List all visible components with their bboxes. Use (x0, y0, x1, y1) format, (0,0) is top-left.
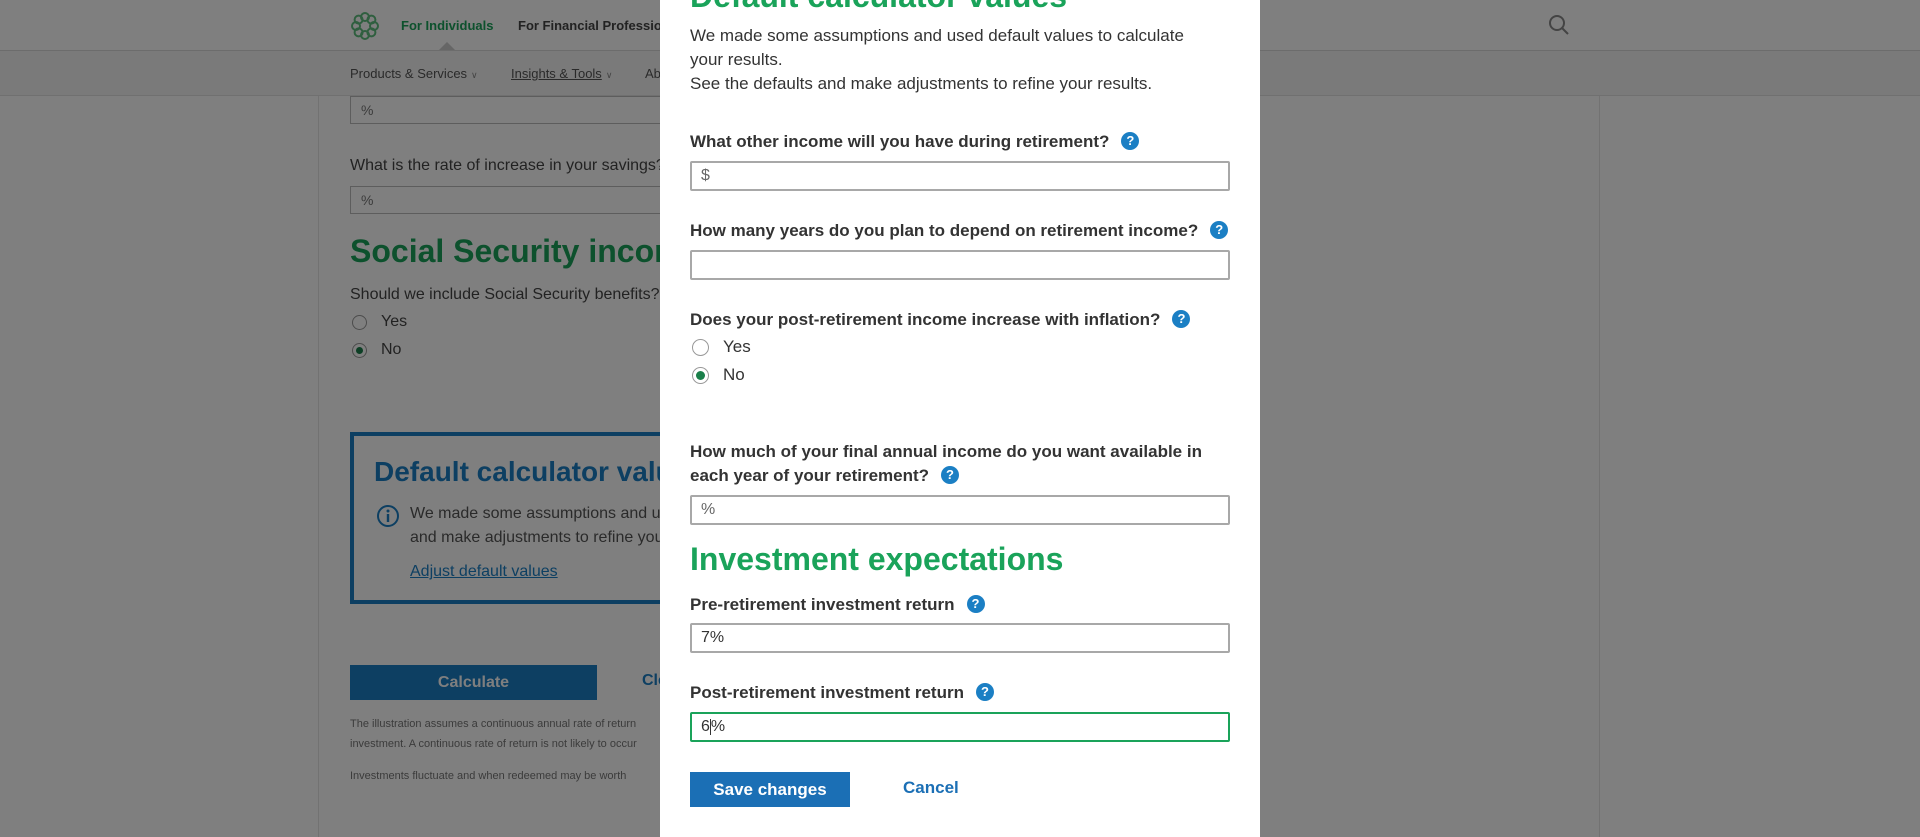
final-income-input[interactable]: % (690, 495, 1230, 525)
other-income-question: What other income will you have during r… (690, 130, 1140, 154)
modal-title: Default calculator values (690, 0, 1067, 15)
radio-button[interactable] (692, 366, 709, 384)
help-icon[interactable]: ? (941, 466, 960, 484)
pre-retirement-return-question: Pre-retirement investment return? (690, 593, 985, 617)
radio-label: Yes (723, 337, 751, 356)
investment-expectations-heading: Investment expectations (690, 541, 1064, 577)
question-text: Post-retirement investment return (690, 683, 964, 702)
question-text: Pre-retirement investment return (690, 595, 955, 614)
final-income-question: How much of your final annual income do … (690, 440, 1230, 488)
question-text: How many years do you plan to depend on … (690, 221, 1199, 240)
post-retirement-return-input[interactable]: 6% (690, 712, 1230, 742)
years-question: How many years do you plan to depend on … (690, 219, 1229, 243)
radio-label: No (723, 365, 745, 384)
input-value: % (701, 501, 716, 518)
save-changes-button[interactable]: Save changes (690, 772, 850, 807)
help-icon[interactable]: ? (966, 595, 985, 613)
intro-text: See the defaults and make adjustments to… (690, 74, 1153, 93)
other-income-input[interactable]: $ (690, 161, 1230, 191)
help-icon[interactable]: ? (1210, 221, 1229, 239)
inflation-question: Does your post-retirement income increas… (690, 308, 1191, 332)
help-icon[interactable]: ? (1172, 310, 1191, 328)
default-values-modal: Default calculator values We made some a… (660, 0, 1260, 837)
help-icon[interactable]: ? (1121, 132, 1140, 150)
modal-intro: We made some assumptions and used defaul… (690, 24, 1210, 96)
input-value: 6 (701, 718, 710, 735)
question-text: What other income will you have during r… (690, 132, 1110, 151)
inflation-yes-radio[interactable]: Yes (692, 337, 751, 357)
radio-button[interactable] (692, 338, 709, 356)
currency-prefix: $ (701, 167, 710, 184)
intro-text: We made some assumptions and used defaul… (690, 26, 1184, 69)
cancel-button[interactable]: Cancel (903, 778, 959, 798)
pre-retirement-return-input[interactable]: 7% (690, 623, 1230, 653)
question-text: each year of your retirement? (690, 466, 930, 485)
help-icon[interactable]: ? (975, 683, 994, 701)
question-text: Does your post-retirement income increas… (690, 310, 1161, 329)
years-input[interactable] (690, 250, 1230, 280)
post-retirement-return-question: Post-retirement investment return? (690, 681, 994, 705)
question-text: How much of your final annual income do … (690, 442, 1202, 461)
input-value: 7% (701, 629, 725, 646)
inflation-no-radio[interactable]: No (692, 365, 745, 385)
input-value: % (710, 718, 726, 735)
